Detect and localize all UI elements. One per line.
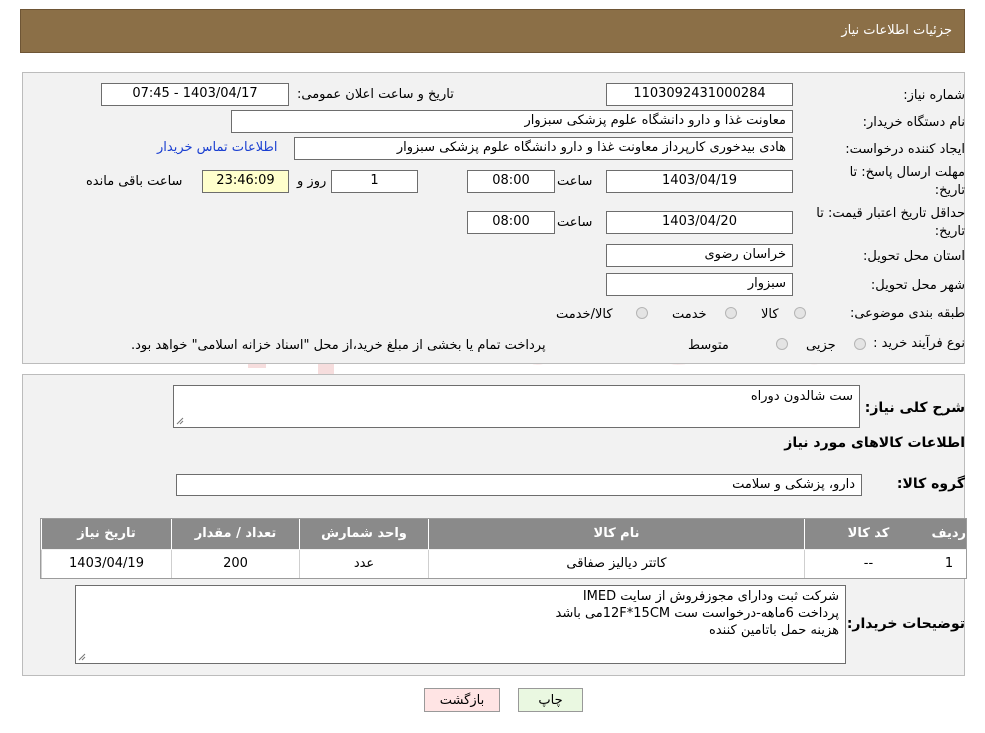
price-validity-label: حداقل تاریخ اعتبار قیمت: تا	[816, 206, 965, 221]
category-goods-service-label: کالا/خدمت	[556, 307, 613, 322]
category-label: طبقه بندی موضوعی:	[849, 306, 965, 321]
need-number-label: شماره نیاز:	[903, 88, 965, 103]
category-goods-label: کالا	[761, 307, 779, 322]
deadline-time-label: ساعت	[557, 174, 593, 189]
days-remaining-field: 1	[331, 170, 418, 193]
goods-group-label: گروه کالا:	[896, 476, 965, 492]
buyer-org-label: نام دستگاه خریدار:	[862, 115, 965, 130]
category-service-radio[interactable]	[725, 307, 737, 319]
creator-label: ایجاد کننده درخواست:	[845, 142, 965, 157]
table-cell-quantity: 200	[171, 550, 299, 578]
col-header-row: ردیف	[931, 519, 966, 549]
announce-datetime-label: تاریخ و ساعت اعلان عمومی:	[297, 87, 454, 102]
col-header-quantity: تعداد / مقدار	[171, 519, 299, 549]
price-validity-time-label: ساعت	[557, 215, 593, 230]
table-cell-unit: عدد	[299, 550, 428, 578]
deadline-label-date: تاریخ:	[934, 183, 965, 198]
price-validity-label-date: تاریخ:	[934, 224, 965, 239]
need-number-field: 1103092431000284	[606, 83, 793, 106]
goods-group-field: دارو، پزشکی و سلامت	[176, 474, 862, 496]
buyer-org-field: معاونت غذا و دارو دانشگاه علوم پزشکی سبز…	[231, 110, 793, 133]
process-minor-radio[interactable]	[854, 338, 866, 350]
buyer-notes-line: هزینه حمل باتامین کننده	[709, 623, 839, 638]
city-field: سبزوار	[606, 273, 793, 296]
buyer-notes-line: پرداخت 6ماهه-درخواست ست 12F*15CMمی باشد	[555, 606, 839, 621]
page-title: جزئیات اطلاعات نیاز	[841, 23, 952, 38]
goods-info-title: اطلاعات کالاهای مورد نیاز	[784, 435, 965, 451]
buyer-notes-line: شرکت ثبت ودارای مجوزفروش از سایت IMED	[582, 589, 839, 604]
process-type-label: نوع فرآیند خرید :	[873, 336, 965, 351]
summary-label: شرح کلی نیاز:	[864, 400, 965, 416]
col-header-item-name: نام کالا	[428, 519, 804, 549]
process-medium-radio[interactable]	[776, 338, 788, 350]
summary-textarea[interactable]: ست شالدون دوراه	[173, 385, 860, 428]
process-payment-note: پرداخت تمام یا بخشی از مبلغ خرید،از محل …	[131, 338, 546, 353]
col-header-item-code: کد کالا	[804, 519, 932, 549]
category-goods-service-radio[interactable]	[636, 307, 648, 319]
buyer-notes-textarea[interactable]: شرکت ثبت ودارای مجوزفروش از سایت IMED پر…	[75, 585, 846, 664]
remaining-time-field: 23:46:09	[202, 170, 289, 193]
deadline-time-field: 08:00	[467, 170, 555, 193]
price-validity-time-field: 08:00	[467, 211, 555, 234]
summary-text: ست شالدون دوراه	[750, 389, 853, 404]
col-header-unit: واحد شمارش	[299, 519, 428, 549]
remaining-time-label: ساعت باقی مانده	[86, 174, 183, 189]
buyer-contact-link[interactable]: اطلاعات تماس خریدار	[157, 140, 277, 155]
days-label: روز و	[297, 174, 327, 189]
resize-handle-icon[interactable]	[176, 417, 184, 425]
buyer-notes-label: توضیحات خریدار:	[846, 616, 965, 632]
page-header: جزئیات اطلاعات نیاز	[20, 9, 965, 53]
price-validity-date-field: 1403/04/20	[606, 211, 793, 234]
province-label: استان محل تحویل:	[863, 249, 965, 264]
table-cell-item-name: کاتتر دیالیز صفاقی	[428, 550, 804, 578]
print-button[interactable]: چاپ	[518, 688, 583, 712]
deadline-date-field: 1403/04/19	[606, 170, 793, 193]
table-cell-row: 1	[932, 550, 966, 578]
province-field: خراسان رضوی	[606, 244, 793, 267]
creator-field: هادی بیدخوری کارپرداز معاونت غذا و دارو …	[294, 137, 793, 160]
back-button[interactable]: بازگشت	[424, 688, 500, 712]
deadline-label: مهلت ارسال پاسخ: تا	[849, 165, 965, 180]
category-goods-radio[interactable]	[794, 307, 806, 319]
process-minor-label: جزیی	[806, 338, 836, 353]
goods-table: تاریخ نیاز تعداد / مقدار واحد شمارش نام …	[40, 518, 967, 579]
table-cell-need-date: 1403/04/19	[41, 550, 171, 578]
col-header-need-date: تاریخ نیاز	[41, 519, 171, 549]
city-label: شهر محل تحویل:	[870, 278, 965, 293]
resize-handle-icon[interactable]	[78, 653, 86, 661]
table-cell-item-code: --	[804, 550, 932, 578]
process-medium-label: متوسط	[688, 338, 729, 353]
announce-datetime-field: 1403/04/17 - 07:45	[101, 83, 289, 106]
category-service-label: خدمت	[672, 307, 707, 322]
